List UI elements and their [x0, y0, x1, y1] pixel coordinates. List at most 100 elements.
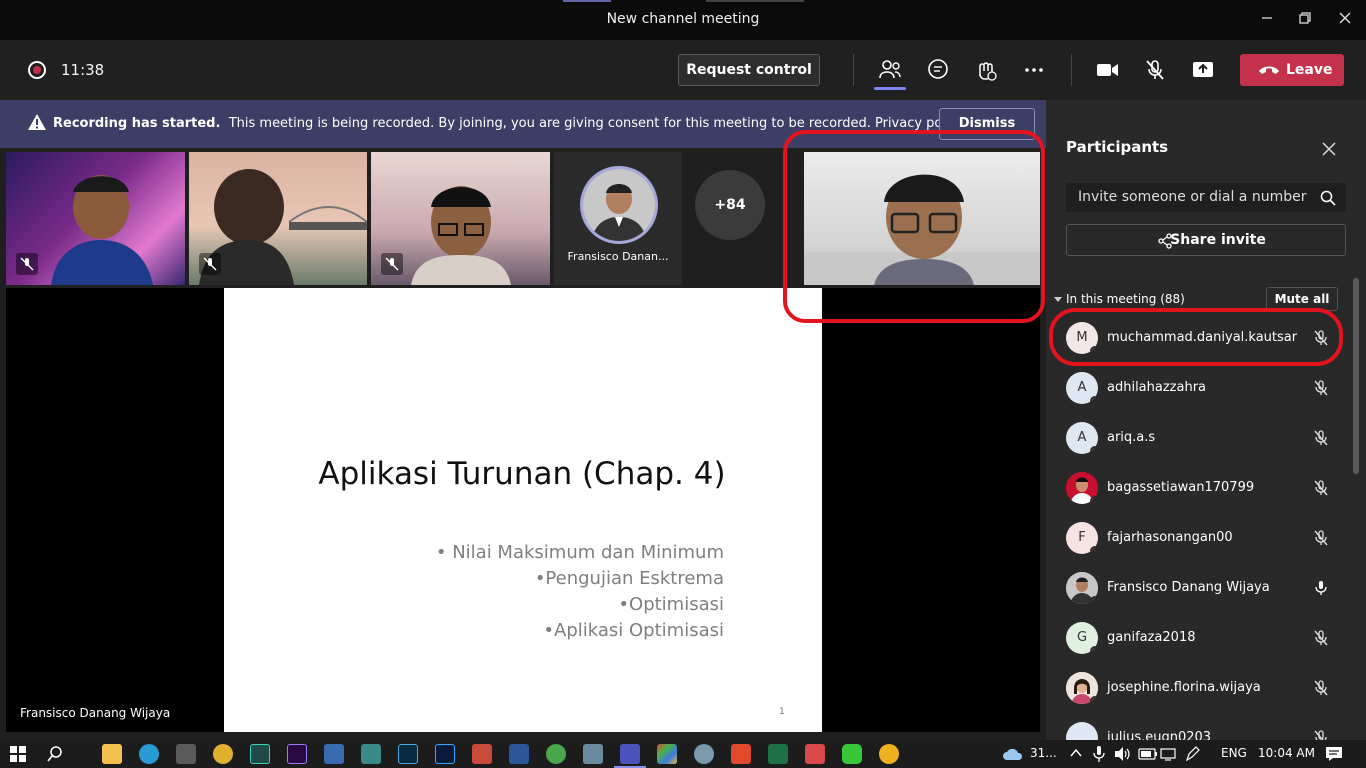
- meeting-toolbar: 11:38 Request control Leave: [0, 40, 1366, 100]
- app-icon[interactable]: [583, 744, 603, 764]
- leave-label: Leave: [1286, 62, 1333, 78]
- line-icon[interactable]: [842, 744, 862, 764]
- participant-list: M muchammad.daniyal.kautsar A adhilahazz…: [1046, 313, 1356, 763]
- share-invite-button[interactable]: Share invite: [1066, 224, 1346, 256]
- toolbar-divider: [853, 54, 854, 86]
- camera-icon[interactable]: [1093, 56, 1121, 84]
- app-icon[interactable]: [361, 744, 381, 764]
- chevron-down-icon: [1054, 297, 1062, 302]
- excel-icon[interactable]: [768, 744, 788, 764]
- people-icon[interactable]: [876, 56, 904, 84]
- video-tile[interactable]: [6, 152, 185, 285]
- teams-icon[interactable]: [620, 744, 640, 764]
- meeting-timer: 11:38: [61, 61, 105, 79]
- search-icon[interactable]: [1320, 190, 1336, 210]
- participant-row[interactable]: A adhilahazzahra: [1046, 363, 1356, 413]
- request-control-button[interactable]: Request control: [678, 54, 820, 86]
- microphone-tray-icon[interactable]: [1092, 745, 1106, 763]
- banner-message: This meeting is being recorded. By joini…: [228, 116, 871, 131]
- chat-icon[interactable]: [924, 56, 952, 84]
- avatar: G: [1066, 622, 1098, 654]
- volume-icon[interactable]: [1114, 746, 1132, 762]
- avatar: A: [1066, 372, 1098, 404]
- pen-icon[interactable]: [1184, 745, 1200, 763]
- video-tile[interactable]: [189, 152, 367, 285]
- annotation-circle: [1049, 308, 1343, 366]
- overflow-participants[interactable]: +84: [695, 170, 765, 240]
- banner-text: Recording has started. This meeting is b…: [53, 116, 964, 131]
- taskbar-search-icon[interactable]: [46, 745, 64, 763]
- title-accent: [563, 0, 611, 2]
- participant-avatar: [580, 166, 658, 244]
- premiere-icon[interactable]: [287, 744, 307, 764]
- participant-row[interactable]: A ariq.a.s: [1046, 413, 1356, 463]
- tile-mic-off: [199, 253, 221, 275]
- participant-name: ariq.a.s: [1107, 430, 1156, 445]
- app-icon[interactable]: [472, 744, 492, 764]
- notifications-icon[interactable]: [1325, 746, 1343, 762]
- reactions-icon[interactable]: [972, 56, 1000, 84]
- close-panel-icon[interactable]: [1320, 140, 1338, 158]
- slide-bullets: • Nilai Maksimum dan Minimum •Pengujian …: [436, 540, 724, 644]
- in-meeting-header[interactable]: In this meeting (88): [1054, 292, 1185, 306]
- minimize-icon[interactable]: [1255, 8, 1279, 32]
- mic-off-icon: [1314, 530, 1328, 546]
- file-explorer-icon[interactable]: [102, 744, 122, 764]
- lightroom-icon[interactable]: [398, 744, 418, 764]
- chevron-up-icon[interactable]: [1070, 748, 1082, 758]
- mic-off-icon: [1314, 680, 1328, 696]
- tile-mic-off: [16, 253, 38, 275]
- participants-scrollbar[interactable]: [1353, 278, 1359, 474]
- restore-icon[interactable]: [1293, 8, 1317, 32]
- photoshop-icon[interactable]: [435, 744, 455, 764]
- avatar: A: [1066, 422, 1098, 454]
- participant-row[interactable]: G ganifaza2018: [1046, 613, 1356, 663]
- avatar: [1066, 572, 1098, 604]
- notepad-icon[interactable]: [324, 744, 344, 764]
- participant-row[interactable]: Fransisco Danang Wijaya: [1046, 563, 1356, 613]
- store-icon[interactable]: [176, 744, 196, 764]
- app-icon[interactable]: [731, 744, 751, 764]
- video-tile[interactable]: [371, 152, 550, 285]
- participant-name: ganifaza2018: [1107, 630, 1196, 645]
- app-icon[interactable]: [546, 744, 566, 764]
- participants-panel: Participants Invite someone or dial a nu…: [1046, 100, 1366, 754]
- battery-icon[interactable]: [1138, 748, 1158, 760]
- language-indicator[interactable]: ENG: [1221, 746, 1247, 760]
- app-icon[interactable]: [805, 744, 825, 764]
- app-icon[interactable]: [657, 744, 677, 764]
- weather-icon[interactable]: [1002, 746, 1024, 762]
- avatar-initial: A: [1077, 430, 1087, 445]
- panel-title: Participants: [1066, 138, 1169, 156]
- weather-text[interactable]: 31...: [1030, 746, 1057, 760]
- toolbar-divider: [1071, 54, 1072, 86]
- invite-input[interactable]: Invite someone or dial a number: [1066, 183, 1346, 212]
- participant-row[interactable]: F fajarhasonangan00: [1046, 513, 1356, 563]
- slide-bullet: •Optimisasi: [618, 594, 724, 615]
- chrome-icon[interactable]: [213, 744, 233, 764]
- avatar-tile[interactable]: Fransisco Danan...: [554, 152, 682, 285]
- avatar-initial: G: [1076, 630, 1088, 645]
- app-icon[interactable]: [879, 744, 899, 764]
- more-options-icon[interactable]: [1020, 56, 1048, 84]
- people-active-indicator: [874, 87, 906, 90]
- share-invite-label: Share invite: [1170, 232, 1266, 248]
- leave-button[interactable]: Leave: [1240, 54, 1344, 86]
- microphone-muted-icon[interactable]: [1141, 56, 1169, 84]
- windows-start-icon[interactable]: [10, 746, 26, 762]
- participant-row[interactable]: bagassetiawan170799: [1046, 463, 1356, 513]
- edge-icon[interactable]: [139, 744, 159, 764]
- close-window-icon[interactable]: [1333, 8, 1357, 32]
- clock[interactable]: 10:04 AM: [1258, 746, 1315, 760]
- network-icon[interactable]: [1160, 746, 1178, 762]
- audition-icon[interactable]: [250, 744, 270, 764]
- avatar: [1066, 672, 1098, 704]
- avatar-initial: F: [1078, 530, 1086, 545]
- tile-mic-off: [381, 253, 403, 275]
- mic-off-icon: [1314, 630, 1328, 646]
- word-icon[interactable]: [509, 744, 529, 764]
- app-icon[interactable]: [694, 744, 714, 764]
- share-screen-icon[interactable]: [1189, 56, 1217, 84]
- participant-row[interactable]: josephine.florina.wijaya: [1046, 663, 1356, 713]
- slide-bullet: •Aplikasi Optimisasi: [543, 620, 724, 641]
